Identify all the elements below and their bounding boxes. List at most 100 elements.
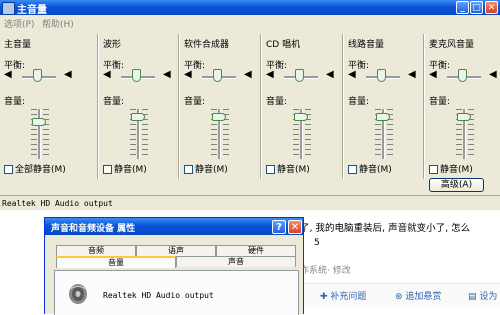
- checkbox-box[interactable]: [348, 165, 357, 174]
- device-name: Realtek HD Audio output: [103, 291, 214, 300]
- status-text: Realtek HD Audio output: [2, 199, 113, 208]
- right-speaker-icon: ◀: [408, 69, 416, 80]
- balance-thumb[interactable]: [213, 69, 222, 82]
- dialog-title-bar[interactable]: 声音和音频设备 属性 ? ✕: [45, 218, 303, 235]
- balance-thumb[interactable]: [295, 69, 304, 82]
- balance-slider[interactable]: ◀ ◀: [184, 69, 260, 83]
- volume-thumb[interactable]: [131, 112, 145, 121]
- balance-thumb[interactable]: [458, 69, 467, 82]
- channel-name: 线路音量: [348, 40, 385, 50]
- background-web-page: 了, 我的电脑重装后, 声音就变小了, 怎么 5 作系统· 修改 ✚ 补充问题 …: [300, 210, 500, 314]
- volume-thumb[interactable]: [212, 112, 226, 121]
- action-bar: ✚ 补充问题 ⊛ 追加悬赏 ▤ 设为: [300, 283, 500, 308]
- mute-label: 全部静音(M): [15, 165, 66, 175]
- dialog-close-button[interactable]: ✕: [288, 220, 302, 234]
- left-speaker-icon: ◀: [184, 69, 192, 80]
- window-title: 主音量: [17, 5, 47, 16]
- channel-name: 麦克风音量: [429, 40, 475, 50]
- set-as-link[interactable]: ▤ 设为: [468, 289, 497, 302]
- mixer-column: 波形 平衡: ◀ ◀ 音量: 静音(M): [99, 31, 179, 179]
- volume-thumb[interactable]: [457, 112, 471, 121]
- channel-name: 主音量: [4, 40, 32, 50]
- volume-thumb[interactable]: [294, 112, 308, 121]
- left-speaker-icon: ◀: [266, 69, 274, 80]
- checkbox-box[interactable]: [266, 165, 275, 174]
- volume-thumb[interactable]: [32, 117, 46, 126]
- answer-count: 5: [314, 238, 320, 248]
- mute-label: 静音(M): [195, 165, 228, 175]
- volume-label: 音量:: [348, 97, 370, 107]
- left-speaker-icon: ◀: [103, 69, 111, 80]
- speaker-app-icon: [2, 2, 15, 15]
- checkbox-box[interactable]: [429, 165, 438, 174]
- close-button[interactable]: ✕: [485, 1, 498, 14]
- tab-voice[interactable]: 语声: [136, 245, 216, 256]
- mute-checkbox[interactable]: 静音(M): [103, 162, 147, 175]
- volume-label: 音量:: [429, 97, 451, 107]
- mixer-column: 麦克风音量 平衡: ◀ ◀ 音量: 静音(M) 高级(A): [425, 31, 500, 192]
- tab-sounds[interactable]: 声音: [176, 256, 296, 267]
- reward-icon: ⊛: [395, 292, 406, 302]
- channel-name: 波形: [103, 40, 122, 50]
- mute-label: 静音(M): [440, 165, 473, 175]
- right-speaker-icon: ◀: [244, 69, 252, 80]
- volume-label: 音量:: [184, 97, 206, 107]
- balance-slider[interactable]: ◀ ◀: [103, 69, 179, 83]
- right-speaker-icon: ◀: [163, 69, 171, 80]
- right-speaker-icon: ◀: [489, 69, 497, 80]
- mute-checkbox[interactable]: 全部静音(M): [4, 162, 66, 175]
- mixer-column: 主音量 平衡: ◀ ◀ 音量: 全部静音(M): [0, 31, 80, 179]
- volume-label: 音量:: [4, 97, 26, 107]
- question-meta: 作系统· 修改: [300, 266, 351, 276]
- channel-name: CD 唱机: [266, 40, 301, 50]
- left-speaker-icon: ◀: [4, 69, 12, 80]
- mixer-column: 线路音量 平衡: ◀ ◀ 音量: 静音(M): [344, 31, 424, 179]
- menu-bar: 选项(P) 帮助(H): [0, 15, 500, 30]
- checkbox-box[interactable]: [4, 165, 13, 174]
- tab-hardware[interactable]: 硬件: [216, 245, 296, 256]
- volume-track: [38, 109, 41, 159]
- mute-checkbox[interactable]: 静音(M): [266, 162, 310, 175]
- doc-icon: ▤: [468, 292, 480, 302]
- right-speaker-icon: ◀: [326, 69, 334, 80]
- mute-label: 静音(M): [359, 165, 392, 175]
- volume-thumb[interactable]: [376, 112, 390, 121]
- status-bar: Realtek HD Audio output: [0, 195, 500, 211]
- channel-name: 软件合成器: [184, 40, 230, 50]
- balance-thumb[interactable]: [377, 69, 386, 82]
- volume-label: 音量:: [103, 97, 125, 107]
- mute-checkbox[interactable]: 静音(M): [429, 162, 473, 175]
- volume-label: 音量:: [266, 97, 288, 107]
- right-speaker-icon: ◀: [64, 69, 72, 80]
- volume-tab-panel: Realtek HD Audio output: [54, 270, 299, 315]
- tab-volume[interactable]: 音量: [56, 256, 176, 268]
- menu-options[interactable]: 选项(P): [4, 17, 34, 30]
- balance-slider[interactable]: ◀ ◀: [4, 69, 80, 83]
- add-reward-link[interactable]: ⊛ 追加悬赏: [395, 289, 441, 302]
- speaker-icon: [69, 284, 87, 304]
- advanced-button[interactable]: 高级(A): [429, 178, 484, 192]
- dialog-title: 声音和音频设备 属性: [51, 224, 136, 234]
- help-button[interactable]: ?: [272, 220, 286, 234]
- maximize-button[interactable]: □: [470, 1, 483, 14]
- title-bar[interactable]: 主音量 _ □ ✕: [0, 0, 500, 16]
- tab-audio[interactable]: 音频: [56, 245, 136, 256]
- balance-slider[interactable]: ◀ ◀: [348, 69, 424, 83]
- mute-checkbox[interactable]: 静音(M): [348, 162, 392, 175]
- master-volume-window: 主音量 _ □ ✕ 选项(P) 帮助(H) 主音量 平衡: ◀ ◀ 音量: 全部静音(M)…: [0, 0, 500, 210]
- add-question-link[interactable]: ✚ 补充问题: [320, 289, 366, 302]
- balance-slider[interactable]: ◀ ◀: [429, 69, 500, 83]
- balance-thumb[interactable]: [33, 69, 42, 82]
- menu-help[interactable]: 帮助(H): [42, 17, 74, 30]
- balance-slider[interactable]: ◀ ◀: [266, 69, 342, 83]
- checkbox-box[interactable]: [184, 165, 193, 174]
- plus-icon: ✚: [320, 292, 331, 302]
- left-speaker-icon: ◀: [429, 69, 437, 80]
- mute-label: 静音(M): [277, 165, 310, 175]
- left-speaker-icon: ◀: [348, 69, 356, 80]
- minimize-button[interactable]: _: [456, 1, 469, 14]
- balance-thumb[interactable]: [132, 69, 141, 82]
- mute-checkbox[interactable]: 静音(M): [184, 162, 228, 175]
- mute-label: 静音(M): [114, 165, 147, 175]
- checkbox-box[interactable]: [103, 165, 112, 174]
